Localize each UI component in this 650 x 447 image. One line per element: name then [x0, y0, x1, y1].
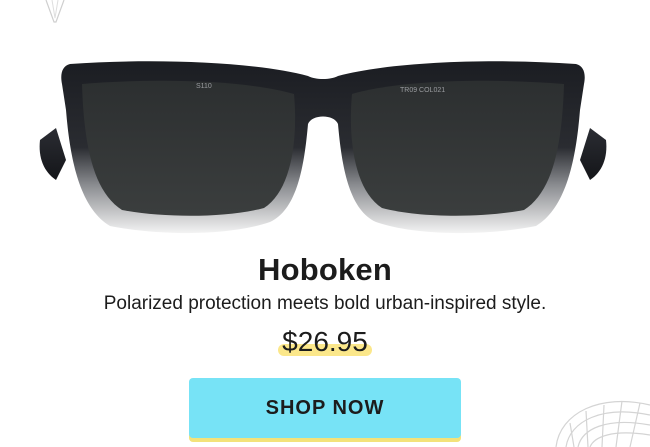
decorative-shell-icon — [555, 400, 650, 447]
temple-marking-right: TR09 COL021 — [400, 87, 445, 94]
temple-marking-left: S110 — [196, 83, 212, 90]
product-tagline: Polarized protection meets bold urban-in… — [103, 293, 547, 314]
product-price: $26.95 — [278, 326, 372, 358]
sunglasses-image: S110 TR09 COL021 — [39, 61, 607, 234]
decorative-leaf-icon — [45, 0, 65, 23]
price-container: $26.95 — [0, 326, 650, 358]
shop-now-button[interactable]: SHOP NOW — [189, 378, 461, 438]
product-name: Hoboken — [257, 252, 392, 287]
